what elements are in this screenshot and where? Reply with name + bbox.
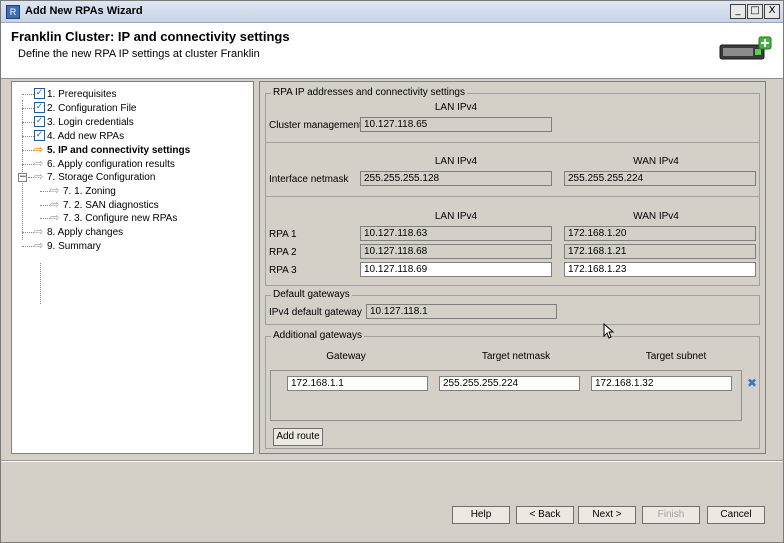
check-icon: ✓: [34, 102, 45, 113]
add-route-button[interactable]: Add route: [273, 428, 323, 446]
additional-gateways-group: Additional gateways Gateway Target netma…: [265, 330, 760, 449]
rpa-1-wan-field[interactable]: 172.168.1.20: [564, 226, 756, 241]
collapse-storage-icon[interactable]: −: [18, 173, 27, 182]
title-bar: R Add New RPAs Wizard _ □ X: [1, 1, 783, 23]
route-target-netmask-input[interactable]: 255.255.255.224: [439, 376, 580, 391]
check-icon: ✓: [34, 116, 45, 127]
finish-button[interactable]: Finish: [642, 506, 700, 524]
step-arrow-icon: ⇨: [50, 211, 60, 224]
close-button[interactable]: X: [764, 4, 780, 19]
rpa-ip-settings-title: RPA IP addresses and connectivity settin…: [271, 87, 467, 98]
rpa-2-label: RPA 2: [269, 247, 297, 258]
step-arrow-icon: ⇨: [50, 184, 60, 197]
route-target-subnet-input[interactable]: 172.168.1.32: [591, 376, 732, 391]
interface-netmask-wan-field[interactable]: 255.255.255.224: [564, 171, 756, 186]
page-title: Franklin Cluster: IP and connectivity se…: [11, 29, 290, 44]
lan-ipv4-header: LAN IPv4: [434, 102, 478, 113]
rpa-ip-settings-group: RPA IP addresses and connectivity settin…: [265, 87, 760, 286]
settings-panel: RPA IP addresses and connectivity settin…: [259, 81, 766, 454]
wizard-window: R Add New RPAs Wizard _ □ X Franklin Clu…: [0, 0, 784, 543]
minimize-button[interactable]: _: [730, 4, 746, 19]
target-netmask-column-header: Target netmask: [481, 351, 551, 362]
maximize-button[interactable]: □: [747, 4, 763, 19]
rpa-1-label: RPA 1: [269, 229, 297, 240]
cancel-button[interactable]: Cancel: [707, 506, 765, 524]
rpa-3-wan-input[interactable]: 172.168.1.23: [564, 262, 756, 277]
wizard-steps-tree: − ✓ 1. Prerequisites ✓ 2. Configuration …: [11, 81, 254, 454]
page-subtitle: Define the new RPA IP settings at cluste…: [18, 48, 260, 60]
delete-route-icon[interactable]: ✖: [747, 377, 759, 389]
target-subnet-column-header: Target subnet: [645, 351, 707, 362]
check-icon: ✓: [34, 130, 45, 141]
cluster-management-lan-field[interactable]: 10.127.118.65: [360, 117, 552, 132]
rpa-2-lan-field[interactable]: 10.127.118.68: [360, 244, 552, 259]
wan-ipv4-header: WAN IPv4: [633, 211, 679, 222]
default-gateways-title: Default gateways: [271, 289, 352, 300]
default-gateways-group: Default gateways IPv4 default gateway 10…: [265, 289, 760, 325]
window-title: Add New RPAs Wizard: [25, 5, 143, 17]
cluster-management-label: Cluster management: [269, 120, 362, 131]
interface-netmask-lan-field[interactable]: 255.255.255.128: [360, 171, 552, 186]
rpa-3-label: RPA 3: [269, 265, 297, 276]
lan-ipv4-header: LAN IPv4: [434, 211, 478, 222]
app-icon: R: [6, 5, 20, 19]
wizard-header: Franklin Cluster: IP and connectivity se…: [1, 23, 783, 79]
step-arrow-icon: ⇨: [34, 225, 44, 238]
step-arrow-icon: ⇨: [34, 170, 44, 183]
step-arrow-icon: ⇨: [50, 198, 60, 211]
rpa-3-lan-input[interactable]: 10.127.118.69: [360, 262, 552, 277]
gateway-column-header: Gateway: [326, 351, 366, 362]
ipv4-default-gateway-label: IPv4 default gateway: [269, 307, 362, 318]
add-rpa-icon: [719, 36, 772, 60]
route-gateway-input[interactable]: 172.168.1.1: [287, 376, 428, 391]
ipv4-default-gateway-field[interactable]: 10.127.118.1: [366, 304, 557, 319]
current-step-arrow-icon: ⇨: [34, 143, 44, 156]
step-arrow-icon: ⇨: [34, 157, 44, 170]
routes-list: 172.168.1.1 255.255.255.224 172.168.1.32: [270, 370, 742, 421]
additional-gateways-title: Additional gateways: [271, 330, 364, 341]
lan-ipv4-header: LAN IPv4: [434, 156, 478, 167]
check-icon: ✓: [34, 88, 45, 99]
next-button[interactable]: Next >: [578, 506, 636, 524]
help-button[interactable]: Help: [452, 506, 510, 524]
rpa-2-wan-field[interactable]: 172.168.1.21: [564, 244, 756, 259]
mouse-cursor-icon: [603, 323, 615, 339]
back-button[interactable]: < Back: [516, 506, 574, 524]
wan-ipv4-header: WAN IPv4: [633, 156, 679, 167]
step-arrow-icon: ⇨: [34, 239, 44, 252]
rpa-1-lan-field[interactable]: 10.127.118.63: [360, 226, 552, 241]
interface-netmask-label: Interface netmask: [269, 174, 349, 185]
wizard-footer: Help < Back Next > Finish Cancel: [1, 462, 783, 542]
